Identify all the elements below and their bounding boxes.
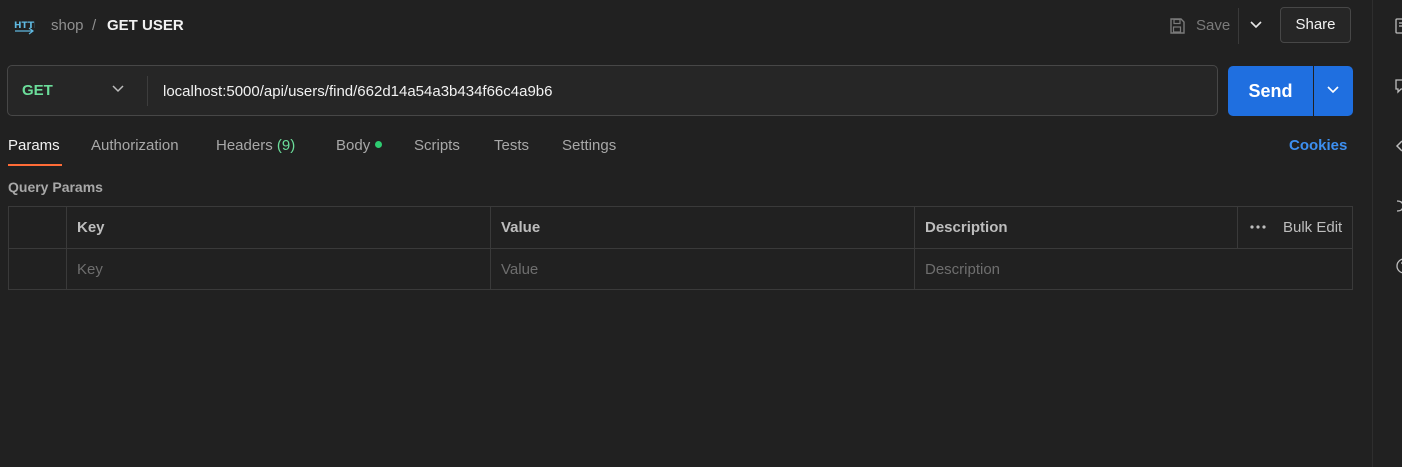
key-input[interactable]: Key [66,249,490,290]
more-options-icon[interactable] [1250,225,1266,229]
tab-headers[interactable]: Headers (9) [216,137,295,154]
info-icon[interactable] [1393,258,1402,274]
right-sidebar [1372,0,1402,467]
description-placeholder: Description [925,261,1001,278]
save-options-button[interactable] [1238,8,1273,44]
column-header-key: Key [66,207,490,248]
url-input[interactable] [155,74,1221,108]
save-label: Save [1196,17,1231,34]
tab-settings[interactable]: Settings [562,137,616,154]
send-button[interactable]: Send [1228,66,1313,116]
key-placeholder: Key [77,261,103,278]
save-icon [1170,18,1185,34]
tab-params[interactable]: Params [8,137,60,154]
tab-body[interactable]: Body [336,137,383,154]
tab-tests[interactable]: Tests [494,137,529,154]
chevron-down-icon [1327,86,1339,94]
description-input[interactable]: Description [914,249,1352,290]
tab-headers-label: Headers [216,137,273,154]
request-editor: HTTP shop / GET USER Save Share GET [0,0,1372,467]
cookies-link[interactable]: Cookies [1289,137,1347,154]
related-collections-icon[interactable] [1393,198,1402,214]
documentation-icon[interactable] [1393,18,1402,34]
tab-scripts[interactable]: Scripts [414,137,460,154]
chevron-down-icon[interactable] [112,85,124,93]
breadcrumb-separator: / [92,17,97,34]
body-indicator-dot [375,141,383,148]
chevron-down-icon [1250,21,1262,29]
breadcrumb-collection[interactable]: shop [51,17,84,34]
table-row: Key Value Description [9,249,1352,290]
comments-icon[interactable] [1393,78,1402,94]
request-header: HTTP shop / GET USER Save Share [0,0,1372,52]
code-icon[interactable] [1393,138,1402,154]
send-options-button[interactable] [1314,66,1353,116]
request-url-bar: GET [7,65,1221,116]
share-button[interactable]: Share [1280,7,1351,43]
bulk-edit-button[interactable]: Bulk Edit [1237,207,1353,248]
method-select[interactable]: GET [22,82,53,99]
checkbox-column-header [9,207,66,248]
column-header-description: Description [914,207,1237,248]
value-input[interactable]: Value [490,249,914,290]
column-header-label: Value [501,219,541,236]
column-header-label: Description [925,219,1008,236]
divider [147,76,148,106]
http-request-icon: HTTP [13,15,41,37]
active-tab-indicator [8,164,62,166]
bulk-edit-label: Bulk Edit [1283,219,1343,236]
row-checkbox-cell [9,249,66,290]
headers-count-badge: (9) [276,137,296,154]
tab-authorization[interactable]: Authorization [91,137,179,154]
request-tabs: Params Authorization Headers (9) Body Sc… [0,128,1372,168]
table-header-row: Key Value Description Bulk Edit [9,207,1352,249]
query-params-table: Key Value Description Bulk Edit Key Valu… [8,206,1353,290]
column-header-value: Value [490,207,914,248]
save-button[interactable]: Save [1165,12,1235,40]
column-header-label: Key [77,219,105,236]
request-title[interactable]: GET USER [107,17,184,34]
query-params-title: Query Params [8,179,103,195]
value-placeholder: Value [501,261,539,278]
tab-body-label: Body [336,137,371,154]
